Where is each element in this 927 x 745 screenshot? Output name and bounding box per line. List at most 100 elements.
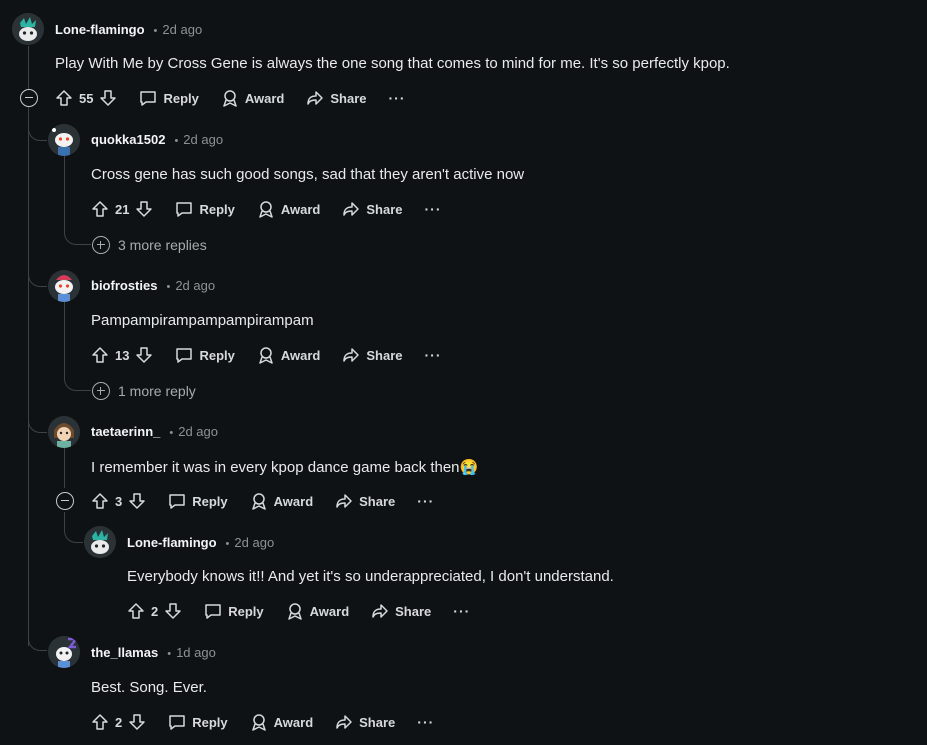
- vote-count: 2: [151, 603, 159, 619]
- comment-text: I remember it was in every kpop dance ga…: [91, 459, 460, 476]
- downvote-icon[interactable]: [99, 89, 117, 107]
- award-button[interactable]: Award: [286, 602, 350, 620]
- thread-curve: [28, 616, 47, 651]
- share-button[interactable]: Share: [335, 492, 395, 510]
- more-replies-link[interactable]: 3 more replies: [92, 236, 207, 254]
- reply-label: Reply: [199, 347, 235, 363]
- comment-bubble-icon: [205, 604, 221, 619]
- share-label: Share: [330, 90, 367, 106]
- avatar[interactable]: [48, 416, 80, 448]
- award-label: Award: [244, 90, 285, 106]
- reply-button[interactable]: Reply: [204, 602, 264, 620]
- thread-line-reply-1[interactable]: [64, 156, 65, 226]
- expand-icon: [92, 236, 110, 254]
- reply-button[interactable]: Reply: [175, 346, 235, 364]
- username[interactable]: the_llamas: [91, 645, 158, 660]
- more-options-button[interactable]: ···: [425, 347, 442, 363]
- avatar[interactable]: [84, 526, 116, 558]
- upvote-icon[interactable]: [91, 492, 109, 510]
- timestamp[interactable]: 2d ago: [234, 535, 274, 550]
- reply-button[interactable]: Reply: [175, 200, 235, 218]
- thread-curve: [64, 512, 83, 543]
- timestamp[interactable]: 2d ago: [162, 22, 202, 37]
- more-options-button[interactable]: ···: [453, 603, 470, 619]
- username[interactable]: quokka1502: [91, 132, 165, 147]
- upvote-icon[interactable]: [55, 89, 73, 107]
- share-label: Share: [366, 347, 403, 363]
- award-label: Award: [309, 603, 350, 619]
- avatar[interactable]: [48, 636, 80, 668]
- reply-label: Reply: [228, 603, 264, 619]
- upvote-icon[interactable]: [91, 346, 109, 364]
- snoo-avatar-icon: [48, 270, 80, 302]
- downvote-icon[interactable]: [128, 713, 146, 731]
- award-button[interactable]: Award: [221, 89, 285, 107]
- award-label: Award: [280, 201, 321, 217]
- comment-bubble-icon: [169, 494, 185, 509]
- reply-button[interactable]: Reply: [168, 492, 228, 510]
- timestamp[interactable]: 1d ago: [176, 645, 216, 660]
- more-options-button[interactable]: ···: [417, 493, 434, 509]
- upvote-icon[interactable]: [127, 602, 145, 620]
- vote-count: 2: [115, 714, 123, 730]
- downvote-icon[interactable]: [128, 492, 146, 510]
- award-label: Award: [273, 714, 314, 730]
- snoo-avatar-icon: [48, 636, 80, 668]
- share-button[interactable]: Share: [335, 713, 395, 731]
- reply-button[interactable]: Reply: [168, 713, 228, 731]
- award-label: Award: [280, 347, 321, 363]
- snoo-avatar-icon: [84, 526, 116, 558]
- vote-count: 3: [115, 493, 123, 509]
- username[interactable]: Lone-flamingo: [127, 535, 217, 550]
- avatar[interactable]: [12, 13, 44, 45]
- downvote-icon[interactable]: [135, 346, 153, 364]
- share-label: Share: [395, 603, 432, 619]
- more-options-button[interactable]: ···: [425, 201, 442, 217]
- share-button[interactable]: Share: [371, 602, 431, 620]
- share-label: Share: [359, 493, 396, 509]
- thread-line-reply-3[interactable]: [64, 448, 65, 488]
- upvote-icon[interactable]: [91, 713, 109, 731]
- thread-curve: [64, 372, 91, 391]
- avatar[interactable]: [48, 270, 80, 302]
- award-icon: [287, 603, 302, 620]
- thread-curve: [28, 112, 47, 141]
- award-button[interactable]: Award: [250, 492, 314, 510]
- share-icon: [336, 494, 352, 508]
- thread-line-root[interactable]: [28, 46, 29, 646]
- avatar[interactable]: [48, 124, 80, 156]
- upvote-icon[interactable]: [91, 200, 109, 218]
- share-button[interactable]: Share: [342, 346, 403, 364]
- collapse-thread-button[interactable]: [20, 89, 38, 107]
- downvote-icon[interactable]: [135, 200, 153, 218]
- snoo-avatar-icon: [12, 13, 44, 45]
- comment-text: Pampampirampampampirampam: [91, 312, 314, 329]
- share-label: Share: [359, 714, 396, 730]
- username[interactable]: Lone-flamingo: [55, 22, 145, 37]
- timestamp[interactable]: 2d ago: [183, 132, 223, 147]
- award-button[interactable]: Award: [257, 200, 321, 218]
- comment-text: Play With Me by Cross Gene is always the…: [55, 55, 730, 72]
- separator-dot: •: [225, 538, 230, 550]
- downvote-icon[interactable]: [164, 602, 182, 620]
- award-label: Award: [273, 493, 314, 509]
- vote-count: 13: [115, 347, 130, 363]
- share-button[interactable]: Share: [342, 200, 403, 218]
- user-avatar-icon: [48, 416, 80, 448]
- comment-text: Best. Song. Ever.: [91, 679, 207, 696]
- username[interactable]: biofrosties: [91, 278, 157, 293]
- expand-icon: [92, 382, 110, 400]
- share-button[interactable]: Share: [306, 89, 367, 107]
- timestamp[interactable]: 2d ago: [178, 424, 218, 439]
- reply-button[interactable]: Reply: [139, 89, 199, 107]
- more-options-button[interactable]: ···: [389, 90, 406, 106]
- collapse-thread-button[interactable]: [56, 492, 74, 510]
- more-options-button[interactable]: ···: [417, 714, 434, 730]
- timestamp[interactable]: 2d ago: [175, 278, 215, 293]
- thread-line-reply-2[interactable]: [64, 302, 65, 372]
- award-button[interactable]: Award: [250, 713, 314, 731]
- more-replies-link[interactable]: 1 more reply: [92, 382, 196, 400]
- comment-text: Everybody knows it!! And yet it's so und…: [127, 568, 614, 585]
- username[interactable]: taetaerinn_: [91, 424, 160, 439]
- award-button[interactable]: Award: [257, 346, 321, 364]
